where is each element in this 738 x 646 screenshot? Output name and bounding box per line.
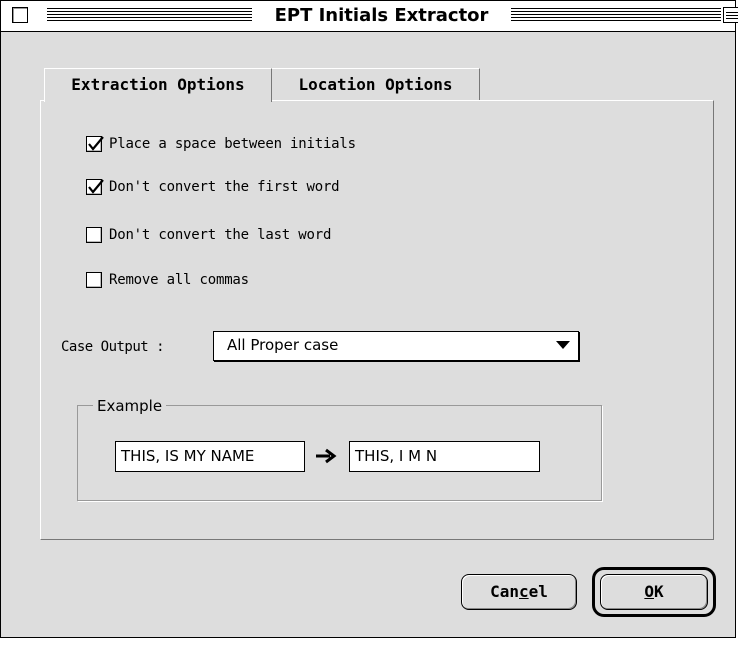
tab-extraction-options[interactable]: Extraction Options xyxy=(44,68,272,102)
triangle-down-icon xyxy=(556,341,570,349)
cancel-label-start: Can xyxy=(490,582,519,601)
ok-mnemonic: O xyxy=(644,582,654,601)
window-title: EPT Initials Extractor xyxy=(252,5,511,26)
option-last-word[interactable]: Don't convert the last word xyxy=(86,224,331,246)
option-place-space[interactable]: Place a space between initials xyxy=(86,133,356,155)
option-label: Place a space between initials xyxy=(109,136,356,152)
checkmark-icon xyxy=(88,136,104,151)
cancel-button[interactable]: Cancel xyxy=(461,574,577,610)
checkbox-remove-commas[interactable] xyxy=(86,272,102,288)
tab-location-options[interactable]: Location Options xyxy=(272,68,480,100)
title-stripes-left xyxy=(47,8,252,22)
option-remove-commas[interactable]: Remove all commas xyxy=(86,269,249,291)
option-first-word[interactable]: Don't convert the first word xyxy=(86,176,340,198)
close-box[interactable] xyxy=(12,7,28,23)
title-stripes-right xyxy=(511,8,721,22)
example-input: THIS, IS MY NAME xyxy=(115,441,305,472)
checkbox-first-word[interactable] xyxy=(86,179,104,195)
option-label: Remove all commas xyxy=(109,272,249,288)
arrow-right-icon xyxy=(316,448,337,464)
cancel-mnemonic: c xyxy=(519,582,529,601)
example-group-title: Example xyxy=(93,397,167,415)
ok-label-end: K xyxy=(654,582,664,601)
case-output-select[interactable]: All Proper case xyxy=(213,331,579,361)
ok-button[interactable]: OK xyxy=(600,574,708,610)
option-label: Don't convert the first word xyxy=(109,179,340,195)
example-output: THIS, I M N xyxy=(349,441,540,472)
checkbox-place-space[interactable] xyxy=(86,136,104,152)
checkbox-last-word[interactable] xyxy=(86,227,102,243)
case-output-label: Case Output : xyxy=(61,339,165,355)
option-label: Don't convert the last word xyxy=(109,227,332,243)
cancel-label-end: el xyxy=(528,582,548,601)
collapse-box[interactable] xyxy=(723,7,738,23)
title-bar[interactable]: EPT Initials Extractor xyxy=(1,1,738,32)
checkmark-icon xyxy=(88,179,104,194)
case-output-value: All Proper case xyxy=(227,336,339,354)
